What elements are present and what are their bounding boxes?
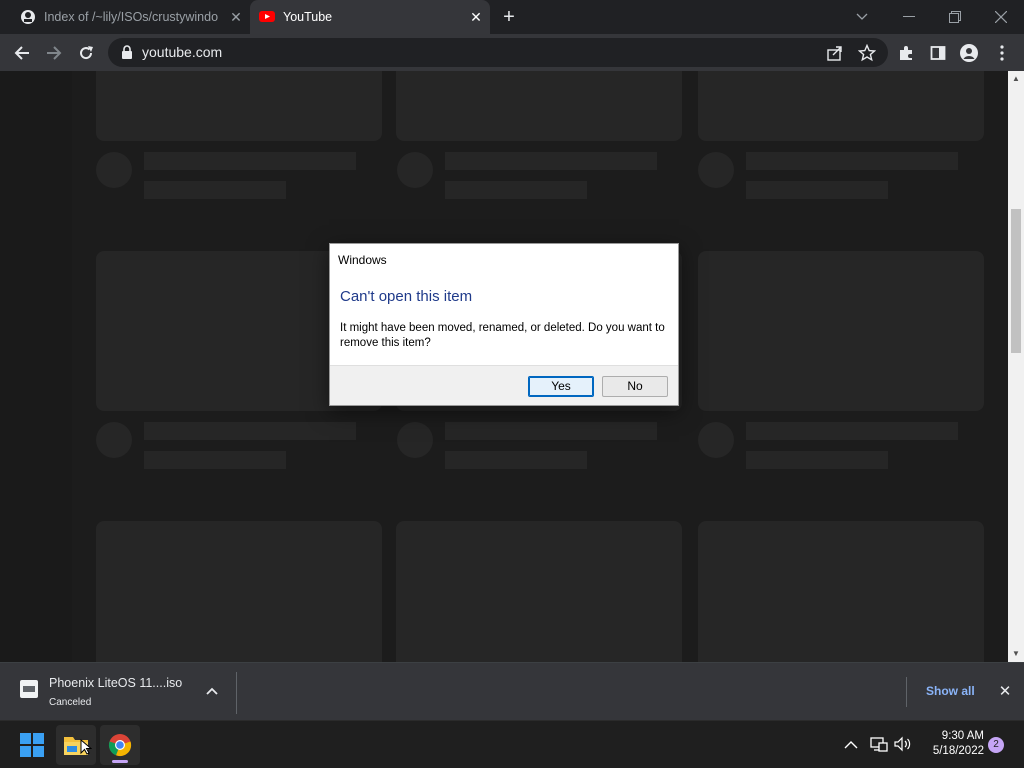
meta-line-skeleton [746,451,888,469]
cant-open-item-dialog: Windows Can't open this item It might ha… [329,243,679,406]
tab-title: Index of /~lily/ISOs/crustywindo [44,10,219,24]
chrome-icon [108,734,132,757]
show-all-downloads-link[interactable]: Show all [926,684,975,698]
meta-line-skeleton [746,181,888,199]
channel-avatar-skeleton [397,152,433,188]
dialog-footer: Yes No [330,365,678,405]
minimize-icon[interactable] [887,0,931,34]
tab-close-icon[interactable]: ✕ [228,9,244,25]
share-icon[interactable] [826,44,844,62]
video-thumbnail-skeleton [698,71,984,141]
show-hidden-icons-chevron-icon[interactable] [842,735,860,753]
dialog-caption: Windows [338,253,387,267]
title-line-skeleton [746,422,958,440]
channel-avatar-skeleton [96,152,132,188]
lock-icon[interactable] [120,45,134,59]
video-thumbnail-skeleton [396,521,682,662]
windows-taskbar: 9:30 AM 5/18/2022 2 [0,720,1024,768]
chevron-up-icon[interactable] [204,683,220,699]
tab-strip: Index of /~lily/ISOs/crustywindo ✕ YouTu… [0,0,1024,34]
side-panel-icon[interactable] [924,39,952,67]
shelf-divider [236,672,237,714]
menu-kebab-icon[interactable] [988,39,1016,67]
title-line-skeleton [144,422,356,440]
browser-toolbar: youtube.com [0,34,1024,71]
video-thumbnail-skeleton [96,521,382,662]
no-button[interactable]: No [602,376,668,397]
globe-favicon-icon [21,10,35,24]
extensions-puzzle-icon[interactable] [892,39,920,67]
meta-line-skeleton [144,181,286,199]
chrome-taskbar-button[interactable] [100,725,140,765]
bookmark-star-icon[interactable] [858,44,876,62]
meta-line-skeleton [445,451,587,469]
download-status: Canceled [49,697,92,708]
tab-search-chevron-icon[interactable] [840,0,884,34]
windows-logo-icon [20,733,44,757]
download-filename[interactable]: Phoenix LiteOS 11....iso [49,676,182,690]
sidebar-skeleton [0,71,72,662]
channel-avatar-skeleton [96,422,132,458]
address-bar[interactable]: youtube.com [108,38,888,67]
clock[interactable]: 9:30 AM 5/18/2022 [922,729,984,759]
shelf-divider [906,677,907,707]
title-line-skeleton [445,422,657,440]
clock-date: 5/18/2022 [932,745,984,757]
tab-youtube[interactable]: YouTube ✕ [250,0,490,34]
scroll-down-arrow-icon[interactable]: ▼ [1011,649,1021,659]
title-line-skeleton [746,152,958,170]
page-scrollbar[interactable]: ▲ ▼ [1008,71,1024,662]
dialog-message: It might have been moved, renamed, or de… [340,322,665,349]
mouse-cursor-icon [80,739,92,755]
tab-close-icon[interactable]: ✕ [468,9,484,25]
channel-avatar-skeleton [698,152,734,188]
video-thumbnail-skeleton [698,521,984,662]
video-thumbnail-skeleton [96,71,382,141]
file-explorer-taskbar-button[interactable] [56,725,96,765]
channel-avatar-skeleton [698,422,734,458]
yes-button[interactable]: Yes [528,376,594,397]
scrollbar-thumb[interactable] [1011,209,1021,353]
iso-file-icon [20,680,38,698]
back-arrow-icon[interactable] [8,39,36,67]
new-tab-plus-icon[interactable]: + [500,7,518,27]
tab-title: YouTube [283,10,333,24]
video-thumbnail-skeleton [698,251,984,411]
restore-icon[interactable] [933,0,977,34]
running-indicator [112,760,128,763]
start-button[interactable] [12,725,52,765]
title-line-skeleton [144,152,356,170]
url-text[interactable]: youtube.com [142,44,222,60]
window-close-icon[interactable] [979,0,1023,34]
meta-line-skeleton [445,181,587,199]
reload-icon[interactable] [72,39,100,67]
close-download-shelf-icon[interactable]: ✕ [996,683,1014,701]
volume-icon[interactable] [894,735,912,753]
title-line-skeleton [445,152,657,170]
network-icon[interactable] [870,735,888,753]
video-thumbnail-skeleton [396,71,682,141]
tab-index-of-isos[interactable]: Index of /~lily/ISOs/crustywindo ✕ [8,0,250,34]
download-shelf: Phoenix LiteOS 11....iso Canceled Show a… [0,662,1024,720]
dialog-heading: Can't open this item [340,288,473,305]
clock-time: 9:30 AM [941,730,984,742]
meta-line-skeleton [144,451,286,469]
youtube-favicon-icon [259,11,275,22]
notification-badge[interactable]: 2 [988,737,1004,753]
forward-arrow-icon[interactable] [40,39,68,67]
channel-avatar-skeleton [397,422,433,458]
profile-avatar-icon[interactable] [955,39,983,67]
scroll-up-arrow-icon[interactable]: ▲ [1011,74,1021,84]
